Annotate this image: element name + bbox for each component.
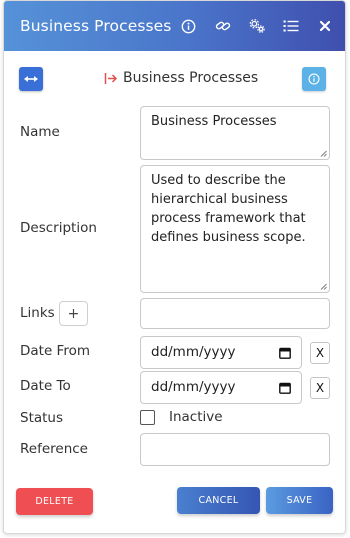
- link-icon[interactable]: [206, 11, 240, 41]
- links-label: Links: [20, 305, 55, 321]
- business-processes-dialog: Business Processes Business Processes Na…: [3, 0, 346, 534]
- dialog-titlebar: Business Processes: [4, 1, 345, 51]
- dialog-toolbar: Business Processes: [4, 66, 345, 92]
- add-link-button[interactable]: +: [59, 301, 88, 326]
- reference-field[interactable]: [140, 433, 330, 466]
- name-field[interactable]: Business Processes: [140, 106, 330, 160]
- info-circle-icon: [308, 73, 320, 85]
- info-button[interactable]: [302, 67, 326, 91]
- close-icon[interactable]: [308, 11, 342, 41]
- calendar-icon[interactable]: [279, 347, 291, 359]
- date-from-placeholder: dd/mm/yyyy: [151, 343, 236, 360]
- date-from-input[interactable]: dd/mm/yyyy: [140, 336, 302, 369]
- clear-date-to-button[interactable]: X: [310, 377, 330, 399]
- date-to-placeholder: dd/mm/yyyy: [151, 378, 236, 395]
- cancel-button[interactable]: CANCEL: [177, 487, 260, 514]
- list-icon[interactable]: [274, 11, 308, 41]
- resize-grip-icon[interactable]: [320, 283, 327, 290]
- date-to-label: Date To: [20, 378, 71, 394]
- save-button[interactable]: SAVE: [266, 487, 333, 514]
- description-value: Used to describe the hierarchical busine…: [151, 173, 306, 245]
- resize-grip-icon[interactable]: [320, 150, 327, 157]
- breadcrumb: Business Processes: [104, 70, 258, 86]
- settings-icon[interactable]: [240, 11, 274, 41]
- inactive-label: Inactive: [169, 409, 223, 425]
- arrows-horizontal-icon: [24, 76, 38, 82]
- inactive-checkbox[interactable]: [140, 410, 155, 425]
- description-field[interactable]: Used to describe the hierarchical busine…: [140, 165, 330, 293]
- sign-in-icon: [104, 72, 118, 84]
- date-to-input[interactable]: dd/mm/yyyy: [140, 371, 302, 404]
- calendar-icon[interactable]: [279, 382, 291, 394]
- breadcrumb-label: Business Processes: [123, 70, 259, 86]
- description-label: Description: [20, 220, 97, 236]
- name-label: Name: [20, 124, 60, 140]
- delete-button[interactable]: DELETE: [16, 488, 93, 515]
- expand-button[interactable]: [19, 67, 43, 91]
- date-from-label: Date From: [20, 343, 91, 359]
- dialog-title: Business Processes: [20, 17, 172, 35]
- status-label: Status: [20, 410, 64, 426]
- name-value: Business Processes: [151, 114, 277, 129]
- info-icon[interactable]: [172, 11, 206, 41]
- links-field[interactable]: [140, 298, 330, 329]
- clear-date-from-button[interactable]: X: [310, 342, 330, 364]
- reference-label: Reference: [20, 441, 88, 457]
